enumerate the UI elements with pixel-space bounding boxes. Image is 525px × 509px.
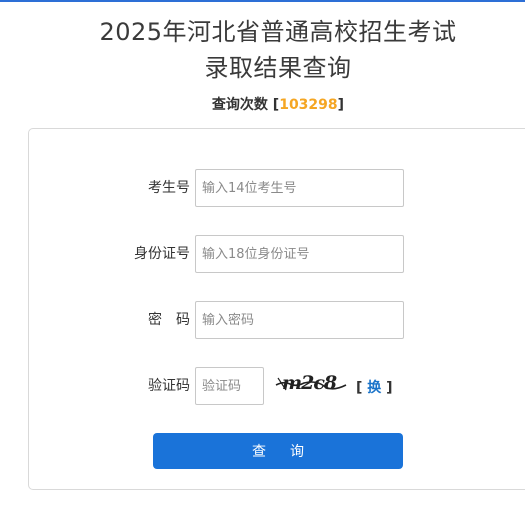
captcha-refresh-link[interactable]: [ 换 ]	[356, 377, 393, 397]
refresh-open-bracket: [	[356, 380, 363, 396]
captcha-image[interactable]: m2c8	[274, 370, 348, 394]
password-label: 密 码	[148, 312, 190, 328]
captcha-image-text: m2c8	[282, 372, 337, 394]
exam-number-input[interactable]	[195, 169, 404, 207]
refresh-close-bracket: ]	[386, 380, 393, 396]
query-count: 查询次数 [103298]	[0, 94, 525, 114]
id-number-input[interactable]	[195, 235, 404, 273]
query-submit-button[interactable]: 查询	[153, 433, 403, 469]
page-title-line1: 2025年河北省普通高校招生考试	[99, 18, 457, 46]
query-count-value: 103298	[279, 97, 338, 113]
exam-number-label: 考生号	[148, 180, 190, 196]
id-number-label: 身份证号	[134, 246, 190, 262]
captcha-label: 验证码	[148, 378, 190, 394]
captcha-input[interactable]	[195, 367, 264, 405]
password-input[interactable]	[195, 301, 404, 339]
page-title-line2: 录取结果查询	[204, 54, 352, 82]
top-accent-line	[0, 0, 525, 2]
query-count-label: 查询次数	[211, 97, 268, 113]
refresh-label[interactable]: 换	[367, 380, 381, 396]
query-count-close-bracket: ]	[337, 97, 345, 113]
